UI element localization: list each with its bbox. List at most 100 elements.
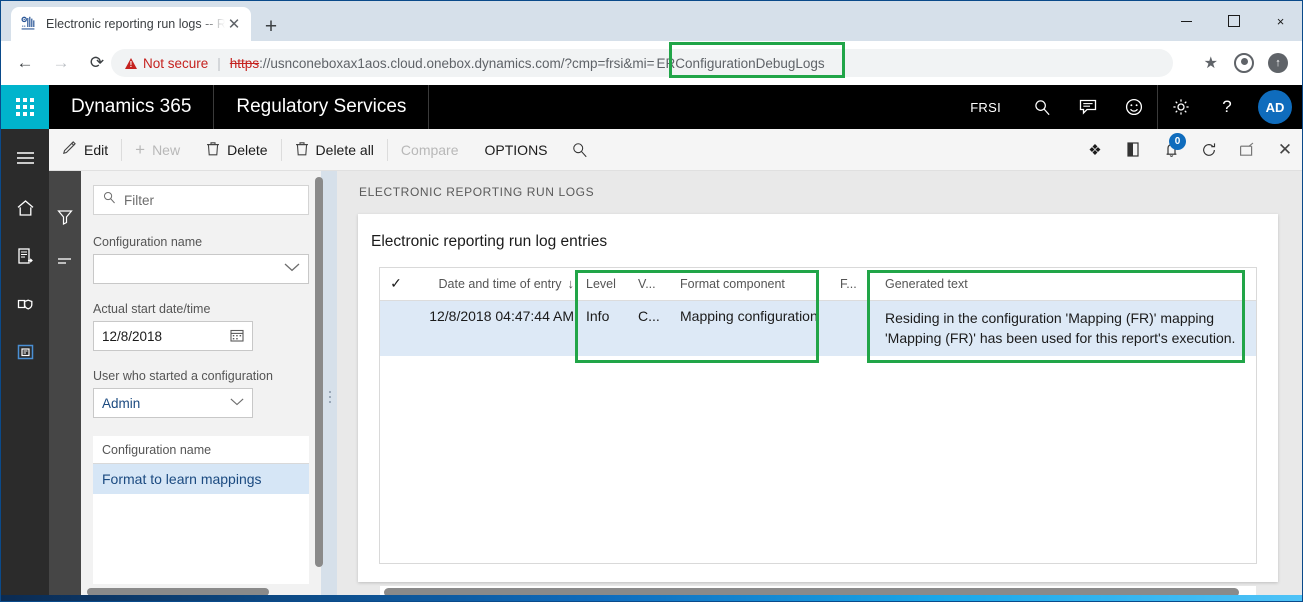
not-secure-label: Not secure [143,55,209,71]
cell-level: Info [580,300,632,356]
window-close-button[interactable]: × [1257,1,1302,41]
delete-all-button[interactable]: Delete all [282,129,387,171]
page-caption: ELECTRONIC REPORTING RUN LOGS [359,185,595,199]
omnibox-separator: | [217,55,221,71]
popout-icon[interactable] [1228,129,1266,171]
compare-button[interactable]: Compare [388,129,472,171]
notification-badge: 0 [1169,132,1186,150]
app-launcher-icon[interactable] [1,85,49,129]
new-button[interactable]: + New [122,129,193,171]
cell-datetime: 12/8/2018 04:47:44 AM [412,300,580,356]
cell-f [834,300,879,356]
chevron-down-icon [284,263,300,275]
column-header-level[interactable]: Level [580,268,632,301]
d365-header: Dynamics 365 Regulatory Services FRSI ? … [1,85,1302,129]
update-icon[interactable]: ↑ [1268,53,1288,73]
command-search-icon[interactable] [561,129,599,171]
hamburger-menu-icon[interactable] [1,137,49,179]
company-selector[interactable]: FRSI [952,100,1019,115]
avatar[interactable]: AD [1258,90,1292,124]
options-button[interactable]: OPTIONS [472,129,561,171]
actual-start-datetime-value: 12/8/2018 [102,328,163,344]
new-label: New [152,141,181,158]
command-bar: Edit + New Delete Delete all Compare OPT… [49,129,1302,171]
navigation-rail [1,129,49,601]
new-tab-button[interactable]: + [257,13,285,39]
filter-search-input[interactable]: Filter [93,185,309,215]
pane-splitter-handle[interactable] [329,391,331,403]
tab-close-icon[interactable]: ✕ [225,15,243,33]
search-icon[interactable] [1019,85,1065,129]
brand-dynamics-365[interactable]: Dynamics 365 [49,85,215,129]
pencil-icon [62,140,77,159]
actual-start-datetime-input[interactable]: 12/8/2018 [93,321,253,351]
filter-search-placeholder: Filter [124,192,154,208]
favorites-icon[interactable] [1,283,49,325]
refresh-icon[interactable] [1190,129,1228,171]
browser-tab[interactable]: Electronic reporting run logs -- R ✕ [11,7,251,41]
attach-icon[interactable]: ❖ [1076,129,1114,171]
browser-window: Electronic reporting run logs -- R ✕ + ×… [0,0,1303,602]
grid-header-row: ✓ Date and time of entry ↓ Level V... For… [380,268,1256,301]
column-header-v[interactable]: V... [632,268,674,301]
edit-button[interactable]: Edit [49,129,121,171]
trash-icon [206,141,220,159]
url-highlighted-parameter: ERConfigurationDebugLogs [656,55,825,71]
help-icon[interactable]: ? [1204,85,1250,129]
column-header-generated-text[interactable]: Generated text [879,268,1256,301]
address-bar[interactable]: Not secure | https://usnconeboxax1aos.cl… [111,49,1173,77]
column-header-format-component[interactable]: Format component [674,268,834,301]
settings-gear-icon[interactable] [1158,85,1204,129]
card-title: Electronic reporting run log entries [371,233,608,250]
reload-button[interactable]: ⟳ [83,49,111,77]
table-row[interactable]: 12/8/2018 04:47:44 AM Info C... Mapping … [380,300,1256,356]
module-regulatory-services[interactable]: Regulatory Services [214,85,430,129]
column-header-datetime-label: Date and time of entry [438,277,562,291]
calendar-icon[interactable] [230,328,244,345]
chrome-toolbar: ← → ⟳ Not secure | https://usnconeboxax1… [1,41,1302,85]
delete-button[interactable]: Delete [193,129,280,171]
user-started-configuration-label: User who started a configuration [93,369,273,383]
tab-title: Electronic reporting run logs -- R [46,17,225,31]
notifications-icon[interactable]: 0 [1152,129,1190,171]
filter-funnel-icon[interactable] [49,195,81,239]
delete-all-label: Delete all [315,141,374,158]
forward-button[interactable]: → [47,49,75,77]
feedback-icon[interactable] [1065,85,1111,129]
sort-descending-icon: ↓ [567,276,575,291]
edit-label: Edit [84,141,109,158]
window-maximize-button[interactable] [1210,1,1257,41]
chrome-title-bar: Electronic reporting run logs -- R ✕ + × [1,1,1302,41]
not-secure-indicator[interactable]: Not secure [125,56,208,71]
log-entries-grid: ✓ Date and time of entry ↓ Level V... For… [379,267,1257,564]
window-controls: × [1163,1,1302,41]
warning-triangle-icon [125,57,137,69]
list-item[interactable]: Format to learn mappings [93,464,309,494]
trash-icon [295,141,309,159]
sort-lines-icon[interactable] [49,239,81,283]
grid-table: ✓ Date and time of entry ↓ Level V... For… [380,268,1256,356]
configuration-name-dropdown[interactable] [93,254,309,284]
window-minimize-button[interactable] [1163,1,1210,41]
bookmark-star-icon[interactable]: ★ [1204,53,1218,73]
user-started-configuration-value: Admin [102,395,141,411]
user-started-configuration-dropdown[interactable]: Admin [93,388,253,418]
header-actions: FRSI ? AD [952,85,1302,129]
office-app-icon[interactable] [1114,129,1152,171]
profile-icon[interactable] [1234,53,1254,73]
home-icon[interactable] [1,187,49,229]
workspaces-icon[interactable] [1,331,49,373]
filter-pane-vscroll-thumb[interactable] [315,177,323,567]
column-header-f[interactable]: F... [834,268,879,301]
smiley-icon[interactable] [1111,85,1157,129]
actual-start-datetime-label: Actual start date/time [93,302,211,316]
delete-label: Delete [227,141,268,158]
cell-select[interactable] [380,300,412,356]
cell-v: C... [632,300,674,356]
column-header-datetime[interactable]: Date and time of entry ↓ [412,268,580,301]
configuration-name-label: Configuration name [93,235,203,249]
close-icon[interactable]: ✕ [1266,129,1302,171]
back-button[interactable]: ← [11,49,39,77]
column-header-select[interactable]: ✓ [380,268,412,301]
recent-icon[interactable] [1,235,49,277]
